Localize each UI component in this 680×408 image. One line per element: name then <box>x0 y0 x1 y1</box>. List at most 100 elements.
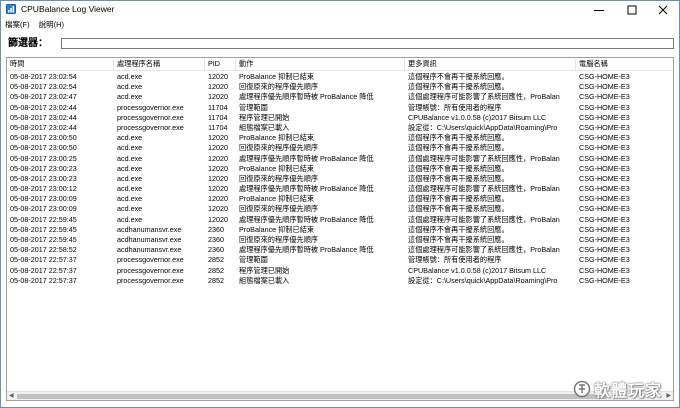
close-button[interactable] <box>647 1 679 18</box>
cell-action: 程序管理已開始 <box>239 112 290 122</box>
cell-more-info: 這個程序不會再干擾系統回應。 <box>408 173 509 183</box>
cell-process-name: acdhanumansvr.exe <box>117 224 182 234</box>
cell-process-name: acd.exe <box>117 153 143 163</box>
cell-action: 回復原來的程序優先順序 <box>239 173 319 183</box>
cell-more-info: 這個程序不會再干擾系統回應。 <box>408 235 509 244</box>
filter-label: 篩選器： <box>8 38 48 49</box>
menu-file[interactable]: 檔案(F) <box>5 20 30 30</box>
cell-time: 05-08-2017 22:57:37 <box>10 275 77 285</box>
cell-process-name: acd.exe <box>117 184 143 194</box>
column-header-process-name[interactable]: 處理程序名稱 <box>114 59 205 70</box>
cell-time: 05-08-2017 23:00:23 <box>10 173 77 183</box>
table-row[interactable]: 05-08-2017 22:59:45 acd.exe 12020 處理程序優先順序暫… <box>7 215 673 225</box>
close-icon <box>658 5 668 14</box>
cell-pid: 12020 <box>208 82 228 92</box>
filter-input[interactable] <box>61 38 674 49</box>
cell-computer-name: CSG-HOME-E3 <box>579 184 630 194</box>
cell-computer-name: CSG-HOME-E3 <box>579 173 630 183</box>
cell-process-name: acd.exe <box>117 133 143 143</box>
table-row[interactable]: 05-08-2017 23:00:50 acd.exe 12020 ProBalanc… <box>7 133 673 143</box>
cell-process-name: acd.exe <box>117 92 143 102</box>
table-row[interactable]: 05-08-2017 23:00:09 acd.exe 12020 回復原來的程序優先… <box>7 204 673 214</box>
cell-computer-name: CSG-HOME-E3 <box>579 112 630 122</box>
maximize-button[interactable] <box>616 1 648 18</box>
table-row[interactable]: 05-08-2017 22:57:37 processgovernor.exe 28… <box>7 276 673 286</box>
column-header-time[interactable]: 時間 <box>7 59 114 70</box>
table-row[interactable]: 05-08-2017 22:59:45 acdhanumansvr.exe 2360… <box>7 225 673 235</box>
cell-action: ProBalance 抑制已結束 <box>239 72 315 81</box>
cell-time: 05-08-2017 23:00:09 <box>10 204 77 214</box>
cell-process-name: acd.exe <box>117 72 143 81</box>
table-row[interactable]: 05-08-2017 23:02:54 acd.exe 12020 回復原來的程序優先… <box>7 82 673 92</box>
table-row[interactable]: 05-08-2017 22:59:45 acdhanumansvr.exe 2360… <box>7 235 673 245</box>
cell-time: 05-08-2017 23:00:12 <box>10 184 77 194</box>
cell-process-name: processgovernor.exe <box>117 102 184 112</box>
cell-action: 組態檔案已載入 <box>239 275 290 285</box>
scroll-thumb[interactable] <box>17 394 607 399</box>
cell-computer-name: CSG-HOME-E3 <box>579 275 630 285</box>
cell-computer-name: CSG-HOME-E3 <box>579 122 630 132</box>
cell-action: ProBalance 抑制已結束 <box>239 133 315 143</box>
cell-computer-name: CSG-HOME-E3 <box>579 82 630 92</box>
cell-more-info: 這個處理程序可能影響了系統回應性，ProBalan <box>408 245 560 255</box>
cell-action: 回復原來的程序優先順序 <box>239 204 319 214</box>
cell-action: 回復原來的程序優先順序 <box>239 143 319 153</box>
cell-process-name: acdhanumansvr.exe <box>117 235 182 244</box>
title-bar[interactable]: CPUBalance Log Viewer <box>1 1 679 18</box>
cell-process-name: processgovernor.exe <box>117 255 184 265</box>
cell-process-name: acd.exe <box>117 214 143 224</box>
cell-computer-name: CSG-HOME-E3 <box>579 214 630 224</box>
cell-time: 05-08-2017 23:02:47 <box>10 92 77 102</box>
table-row[interactable]: 05-08-2017 23:00:23 acd.exe 12020 回復原來的程序優先… <box>7 174 673 184</box>
cell-computer-name: CSG-HOME-E3 <box>579 102 630 112</box>
table-row[interactable]: 05-08-2017 23:00:12 acd.exe 12020 處理程序優先順序暫… <box>7 184 673 194</box>
cell-pid: 11704 <box>208 122 228 132</box>
table-row[interactable]: 05-08-2017 23:02:44 processgovernor.exe 11… <box>7 113 673 123</box>
cell-more-info: 這個處理程序可能影響了系統回應性，ProBalan <box>408 214 560 224</box>
cell-pid: 11704 <box>208 112 228 122</box>
cell-more-info: 這個程序不會再干擾系統回應。 <box>408 163 509 173</box>
cell-more-info: 管理帳號：所有使用者的程序 <box>408 255 502 265</box>
filter-bar: 篩選器： <box>1 34 679 54</box>
table-row[interactable]: 05-08-2017 23:00:09 acd.exe 12020 ProBalanc… <box>7 194 673 204</box>
cell-computer-name: CSG-HOME-E3 <box>579 224 630 234</box>
table-row[interactable]: 05-08-2017 22:58:52 acdhanumansvr.exe 2360… <box>7 245 673 255</box>
cell-more-info: 這個處理程序可能影響了系統回應性，ProBalan <box>408 153 560 163</box>
table-row[interactable]: 05-08-2017 23:02:44 processgovernor.exe 11… <box>7 123 673 133</box>
cell-time: 05-08-2017 23:00:23 <box>10 163 77 173</box>
cell-pid: 2852 <box>208 275 224 285</box>
cell-process-name: acd.exe <box>117 204 143 214</box>
cell-action: 處理程序優先順序暫時被 ProBalance 降低 <box>239 153 374 163</box>
table-row[interactable]: 05-08-2017 23:00:25 acd.exe 12020 處理程序優先順序暫… <box>7 154 673 164</box>
minimize-button[interactable] <box>583 1 615 18</box>
table-row[interactable]: 05-08-2017 23:02:54 acd.exe 12020 ProBalanc… <box>7 72 673 82</box>
cell-pid: 12020 <box>208 194 228 204</box>
cell-action: 處理程序優先順序暫時被 ProBalance 降低 <box>239 92 374 102</box>
cell-process-name: acd.exe <box>117 194 143 204</box>
scroll-left-icon[interactable]: ◀ <box>9 393 14 400</box>
cell-process-name: acd.exe <box>117 143 143 153</box>
table-row[interactable]: 05-08-2017 23:00:23 acd.exe 12020 ProBalanc… <box>7 164 673 174</box>
table-row[interactable]: 05-08-2017 23:02:44 processgovernor.exe 11… <box>7 103 673 113</box>
table-row[interactable]: 05-08-2017 23:02:47 acd.exe 12020 處理程序優先順序暫… <box>7 92 673 102</box>
table-body: 05-08-2017 23:02:54 acd.exe 12020 ProBalanc… <box>7 72 673 286</box>
cell-time: 05-08-2017 23:02:44 <box>10 112 77 122</box>
column-header-more-info[interactable]: 更多資訊 <box>405 59 576 70</box>
cell-time: 05-08-2017 23:02:54 <box>10 72 77 81</box>
cell-pid: 12020 <box>208 204 228 214</box>
cell-computer-name: CSG-HOME-E3 <box>579 153 630 163</box>
cell-action: 處理程序優先順序暫時被 ProBalance 降低 <box>239 245 374 255</box>
table-row[interactable]: 05-08-2017 22:57:37 processgovernor.exe 28… <box>7 255 673 265</box>
table-row[interactable]: 05-08-2017 22:57:37 processgovernor.exe 28… <box>7 266 673 276</box>
cell-time: 05-08-2017 22:57:37 <box>10 265 77 275</box>
cell-pid: 12020 <box>208 92 228 102</box>
cell-process-name: processgovernor.exe <box>117 122 184 132</box>
column-header-action[interactable]: 動作 <box>236 59 405 70</box>
cell-action: 組態檔案已載入 <box>239 122 290 132</box>
column-header-pid[interactable]: PID <box>205 59 236 70</box>
column-header-computer-name[interactable]: 電腦名稱 <box>576 59 673 70</box>
table-row[interactable]: 05-08-2017 23:00:50 acd.exe 12020 回復原來的程序優先… <box>7 143 673 153</box>
cell-more-info: 設定從：C:\Users\quick\AppData\Roaming\Pro <box>408 122 558 132</box>
app-window: CPUBalance Log Viewer 檔案(F) 說明(H) 篩選器： 時… <box>0 0 680 408</box>
menu-help[interactable]: 說明(H) <box>39 20 64 30</box>
